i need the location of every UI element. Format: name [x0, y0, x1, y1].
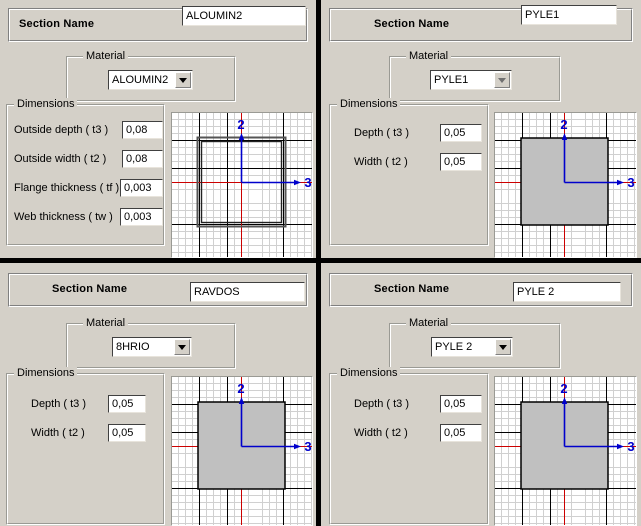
chevron-down-icon[interactable] [495, 339, 511, 355]
section-panel-top-right: Section Name PYLE1 Material PYLE1 Dimens… [321, 0, 641, 258]
material-select[interactable]: ALOUMIN2 [108, 70, 193, 90]
material-group-title: Material [83, 317, 129, 329]
dimension-label: Flange thickness ( tf ) [14, 182, 120, 194]
dimensions-group: Dimensions Depth ( t3 ) 0,05 Width ( t2 … [329, 98, 489, 246]
section-preview: 2 3 [171, 376, 313, 526]
dimension-input[interactable]: 0,08 [122, 121, 163, 139]
section-preview: 2 3 [494, 376, 637, 526]
section-preview-drawing: 2 3 [495, 377, 636, 525]
dimension-label: Outside depth ( t3 ) [14, 124, 109, 136]
dimension-label: Web thickness ( tw ) [14, 211, 113, 223]
dimension-row: Width ( t2 ) 0,05 [7, 424, 164, 444]
dimension-label: Width ( t2 ) [31, 427, 85, 439]
section-preview: 2 3 [494, 112, 637, 258]
dimension-input[interactable]: 0,05 [440, 395, 482, 413]
dimension-row: Flange thickness ( tf ) 0,003 [7, 179, 164, 199]
section-name-input[interactable]: RAVDOS [190, 282, 305, 302]
dimension-row: Depth ( t3 ) 0,05 [330, 124, 488, 144]
svg-text:2: 2 [560, 381, 567, 396]
material-select[interactable]: 8HRIO [112, 337, 192, 357]
chevron-down-icon[interactable] [175, 72, 191, 88]
dimension-row: Width ( t2 ) 0,05 [330, 424, 488, 444]
dimension-input[interactable]: 0,003 [120, 179, 163, 197]
material-select[interactable]: PYLE 2 [431, 337, 513, 357]
material-group-title: Material [406, 317, 452, 329]
dimension-input[interactable]: 0,05 [108, 424, 146, 442]
dimension-input[interactable]: 0,05 [440, 424, 482, 442]
dimensions-group-title: Dimensions [14, 98, 78, 110]
section-name-input[interactable]: ALOUMIN2 [182, 6, 306, 26]
material-select-value: ALOUMIN2 [112, 74, 169, 86]
material-group-title: Material [83, 50, 129, 62]
chevron-down-icon[interactable] [494, 72, 510, 88]
material-group-title: Material [406, 50, 452, 62]
svg-text:3: 3 [304, 439, 311, 454]
dimensions-group-title: Dimensions [337, 98, 401, 110]
section-name-label: Section Name [374, 18, 450, 30]
svg-text:2: 2 [237, 381, 244, 396]
svg-text:3: 3 [304, 175, 311, 190]
section-preview-drawing: 2 3 [172, 113, 312, 257]
material-select-value: 8HRIO [116, 341, 150, 353]
chevron-down-icon[interactable] [174, 339, 190, 355]
dimension-input[interactable]: 0,08 [122, 150, 163, 168]
dimension-row: Outside width ( t2 ) 0,08 [7, 150, 164, 170]
section-panel-top-left: Section Name ALOUMIN2 Material ALOUMIN2 … [0, 0, 316, 258]
section-name-input[interactable]: PYLE1 [521, 5, 617, 25]
material-group: Material PYLE 2 [389, 317, 561, 369]
section-name-label: Section Name [374, 283, 450, 295]
dimension-label: Depth ( t3 ) [354, 398, 410, 410]
dimensions-group: Dimensions Depth ( t3 ) 0,05 Width ( t2 … [329, 367, 489, 525]
dimension-label: Depth ( t3 ) [31, 398, 87, 410]
section-panel-bottom-left: Section Name RAVDOS Material 8HRIO Dimen… [0, 263, 316, 526]
dimensions-group-title: Dimensions [337, 367, 401, 379]
dimensions-group: Dimensions Outside depth ( t3 ) 0,08 Out… [6, 98, 165, 246]
svg-text:3: 3 [627, 439, 634, 454]
section-preview-drawing: 2 3 [172, 377, 312, 525]
dimensions-group: Dimensions Depth ( t3 ) 0,05 Width ( t2 … [6, 367, 165, 525]
dimension-label: Outside width ( t2 ) [14, 153, 107, 165]
dimension-row: Depth ( t3 ) 0,05 [330, 395, 488, 415]
dimension-row: Width ( t2 ) 0,05 [330, 153, 488, 173]
material-select-value: PYLE1 [434, 74, 469, 86]
svg-text:2: 2 [560, 117, 567, 132]
svg-text:3: 3 [627, 175, 634, 190]
dimension-input[interactable]: 0,003 [120, 208, 163, 226]
svg-text:2: 2 [237, 117, 244, 132]
dimension-row: Outside depth ( t3 ) 0,08 [7, 121, 164, 141]
material-group: Material ALOUMIN2 [66, 50, 236, 102]
dimension-input[interactable]: 0,05 [440, 124, 482, 142]
dimensions-group-title: Dimensions [14, 367, 78, 379]
section-name-input[interactable]: PYLE 2 [513, 282, 621, 302]
dimension-row: Depth ( t3 ) 0,05 [7, 395, 164, 415]
dimension-input[interactable]: 0,05 [440, 153, 482, 171]
material-select[interactable]: PYLE1 [430, 70, 512, 90]
material-select-value: PYLE 2 [435, 341, 473, 353]
material-group: Material 8HRIO [66, 317, 236, 369]
dimension-label: Depth ( t3 ) [354, 127, 410, 139]
dimension-label: Width ( t2 ) [354, 156, 408, 168]
section-preview-drawing: 2 3 [495, 113, 636, 257]
section-name-label: Section Name [19, 18, 95, 30]
material-group: Material PYLE1 [389, 50, 561, 102]
section-preview: 2 3 [171, 112, 313, 258]
section-properties-grid: Section Name ALOUMIN2 Material ALOUMIN2 … [0, 0, 641, 526]
section-panel-bottom-right: Section Name PYLE 2 Material PYLE 2 Dime… [321, 263, 641, 526]
dimension-row: Web thickness ( tw ) 0,003 [7, 208, 164, 228]
section-name-label: Section Name [52, 283, 128, 295]
dimension-input[interactable]: 0,05 [108, 395, 146, 413]
dimension-label: Width ( t2 ) [354, 427, 408, 439]
